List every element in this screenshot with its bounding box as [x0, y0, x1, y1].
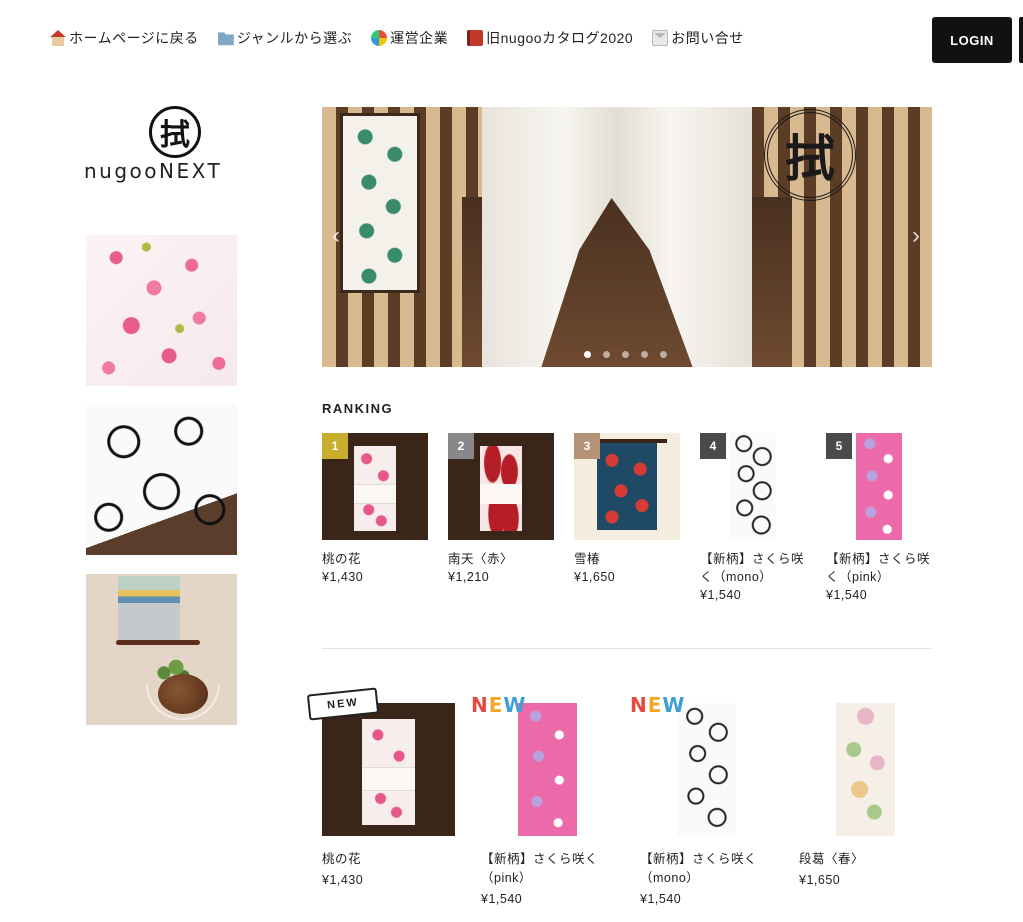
slider-dots: [584, 351, 667, 358]
mono-cloth: [677, 703, 736, 836]
ranking-item-name[interactable]: 南天〈赤〉: [448, 550, 554, 568]
top-nav: ホームページに戻る ジャンルから選ぶ 運営企業 旧nugooカタログ2020 お…: [50, 28, 744, 48]
chevron-left-icon[interactable]: ‹: [332, 222, 340, 250]
rank-badge: 1: [322, 433, 348, 459]
new-product-item[interactable]: NEW 【新柄】さくら咲く（pink） ¥1,540: [471, 693, 614, 906]
ranking-thumbnail[interactable]: 3: [574, 433, 680, 540]
nav-company-label: 運営企業: [390, 30, 449, 46]
pink-product-image: [481, 703, 614, 836]
section-divider: [322, 648, 932, 649]
hero-slider[interactable]: 拭 ‹ ›: [322, 107, 932, 367]
new-product-item[interactable]: NEW 桃の花 ¥1,430: [306, 687, 455, 906]
ranking-item[interactable]: 3 雪椿 ¥1,650: [574, 433, 680, 602]
cart-button-edge[interactable]: [1019, 17, 1023, 63]
glass-bowl: [146, 684, 220, 720]
hanging-towel: [340, 113, 420, 293]
nav-genre-label: ジャンルから選ぶ: [236, 30, 353, 46]
chevron-right-icon[interactable]: ›: [912, 222, 920, 250]
nav-catalog-label: 旧nugooカタログ2020: [486, 30, 634, 46]
ranking-thumbnail[interactable]: 5: [826, 433, 932, 540]
ranking-thumbnail[interactable]: 2: [448, 433, 554, 540]
nav-home-label: ホームページに戻る: [69, 30, 199, 46]
new-product-name[interactable]: 【新柄】さくら咲く（pink）: [481, 850, 614, 888]
sidebar-banner-cherry[interactable]: [86, 404, 237, 555]
momo-product-image: [322, 703, 455, 836]
new-badge: NEW: [630, 693, 686, 717]
ranking-item-price: ¥1,210: [448, 570, 490, 584]
rank-badge: 2: [448, 433, 474, 459]
new-product-item[interactable]: NEW 【新柄】さくら咲く（mono） ¥1,540: [630, 693, 773, 906]
nav-catalog-link[interactable]: 旧nugooカタログ2020: [467, 28, 633, 48]
ranking-item-name[interactable]: 【新柄】さくら咲く（pink）: [826, 550, 932, 586]
nav-contact-label: お問い合せ: [671, 30, 744, 46]
ranking-thumbnail[interactable]: 4: [700, 433, 806, 540]
rank-badge: 5: [826, 433, 852, 459]
new-product-price: ¥1,650: [799, 873, 841, 887]
slider-dot[interactable]: [660, 351, 667, 358]
ranking-item-price: ¥1,540: [826, 588, 868, 602]
tsubaki-cloth: [597, 442, 657, 531]
dankatsura-product-image: [799, 703, 932, 836]
new-product-price: ¥1,430: [322, 873, 364, 887]
ranking-item-price: ¥1,430: [322, 570, 364, 584]
logo-mark: 拭: [149, 106, 201, 158]
ranking-item[interactable]: 1 桃の花 ¥1,430: [322, 433, 428, 602]
scroll-rod: [116, 640, 200, 645]
new-product-thumbnail[interactable]: [322, 703, 455, 836]
ranking-thumbnail[interactable]: 1: [322, 433, 428, 540]
nav-home-link[interactable]: ホームページに戻る: [50, 28, 199, 48]
sidebar-banner-plum[interactable]: [86, 235, 237, 386]
momo-band: [353, 484, 397, 504]
hanging-scroll-image: [118, 576, 180, 640]
momo-band: [361, 766, 416, 791]
new-product-name[interactable]: 段葛〈春〉: [799, 850, 932, 869]
ranking-item[interactable]: 5 【新柄】さくら咲く（pink） ¥1,540: [826, 433, 932, 602]
house-icon: [50, 30, 66, 46]
folder-icon: [217, 32, 234, 46]
nav-company-link[interactable]: 運営企業: [371, 28, 448, 48]
ranking-item-price: ¥1,650: [574, 570, 616, 584]
new-product-price: ¥1,540: [640, 892, 682, 906]
book-icon: [467, 30, 484, 46]
new-product-thumbnail[interactable]: [799, 703, 932, 836]
rank-badge: 3: [574, 433, 600, 459]
slider-dot[interactable]: [622, 351, 629, 358]
ranking-item-price: ¥1,540: [700, 588, 742, 602]
new-product-thumbnail[interactable]: [481, 703, 614, 836]
site-logo[interactable]: 拭 nugooNEXT: [84, 106, 269, 186]
new-product-name[interactable]: 桃の花: [322, 850, 455, 869]
new-product-price: ¥1,540: [481, 892, 523, 906]
mail-icon: [652, 30, 669, 46]
slider-dot[interactable]: [603, 351, 610, 358]
new-product-name[interactable]: 【新柄】さくら咲く（mono）: [640, 850, 773, 888]
pink-cloth: [855, 433, 903, 540]
new-product-item[interactable]: 段葛〈春〉 ¥1,650: [799, 703, 932, 906]
new-badge: NEW: [471, 693, 527, 717]
ranking-item-name[interactable]: 【新柄】さくら咲く（mono）: [700, 550, 806, 586]
ranking-item-name[interactable]: 雪椿: [574, 550, 680, 568]
rank-badge: 4: [700, 433, 726, 459]
mono-cloth: [729, 433, 777, 540]
ranking-list: 1 桃の花 ¥1,430 2 南天〈赤〉 ¥1,210 3 雪椿 ¥1,650 4 【新柄】さくら咲…: [322, 433, 932, 602]
sidebar-banner-kokedama[interactable]: [86, 574, 237, 725]
slider-dot[interactable]: [584, 351, 591, 358]
logo-text: nugooNEXT: [84, 159, 223, 183]
mono-product-image: [640, 703, 773, 836]
ranking-item[interactable]: 2 南天〈赤〉 ¥1,210: [448, 433, 554, 602]
new-product-thumbnail[interactable]: [640, 703, 773, 836]
nav-contact-link[interactable]: お問い合せ: [652, 28, 744, 48]
shop-crest: 拭: [764, 109, 856, 201]
ranking-item[interactable]: 4 【新柄】さくら咲く（mono） ¥1,540: [700, 433, 806, 602]
nanten-band: [479, 484, 523, 504]
pink-cloth: [518, 703, 577, 836]
ranking-title: RANKING: [322, 401, 394, 416]
nav-genre-link[interactable]: ジャンルから選ぶ: [217, 28, 353, 48]
slider-dot[interactable]: [641, 351, 648, 358]
login-button[interactable]: LOGIN: [932, 17, 1012, 63]
dankatsura-cloth: [836, 703, 895, 836]
company-icon: [371, 30, 388, 46]
new-products-list: NEW 桃の花 ¥1,430 NEW 【新柄】さくら咲く（pink） ¥1,540 NEW 【…: [306, 687, 932, 906]
ranking-item-name[interactable]: 桃の花: [322, 550, 428, 568]
